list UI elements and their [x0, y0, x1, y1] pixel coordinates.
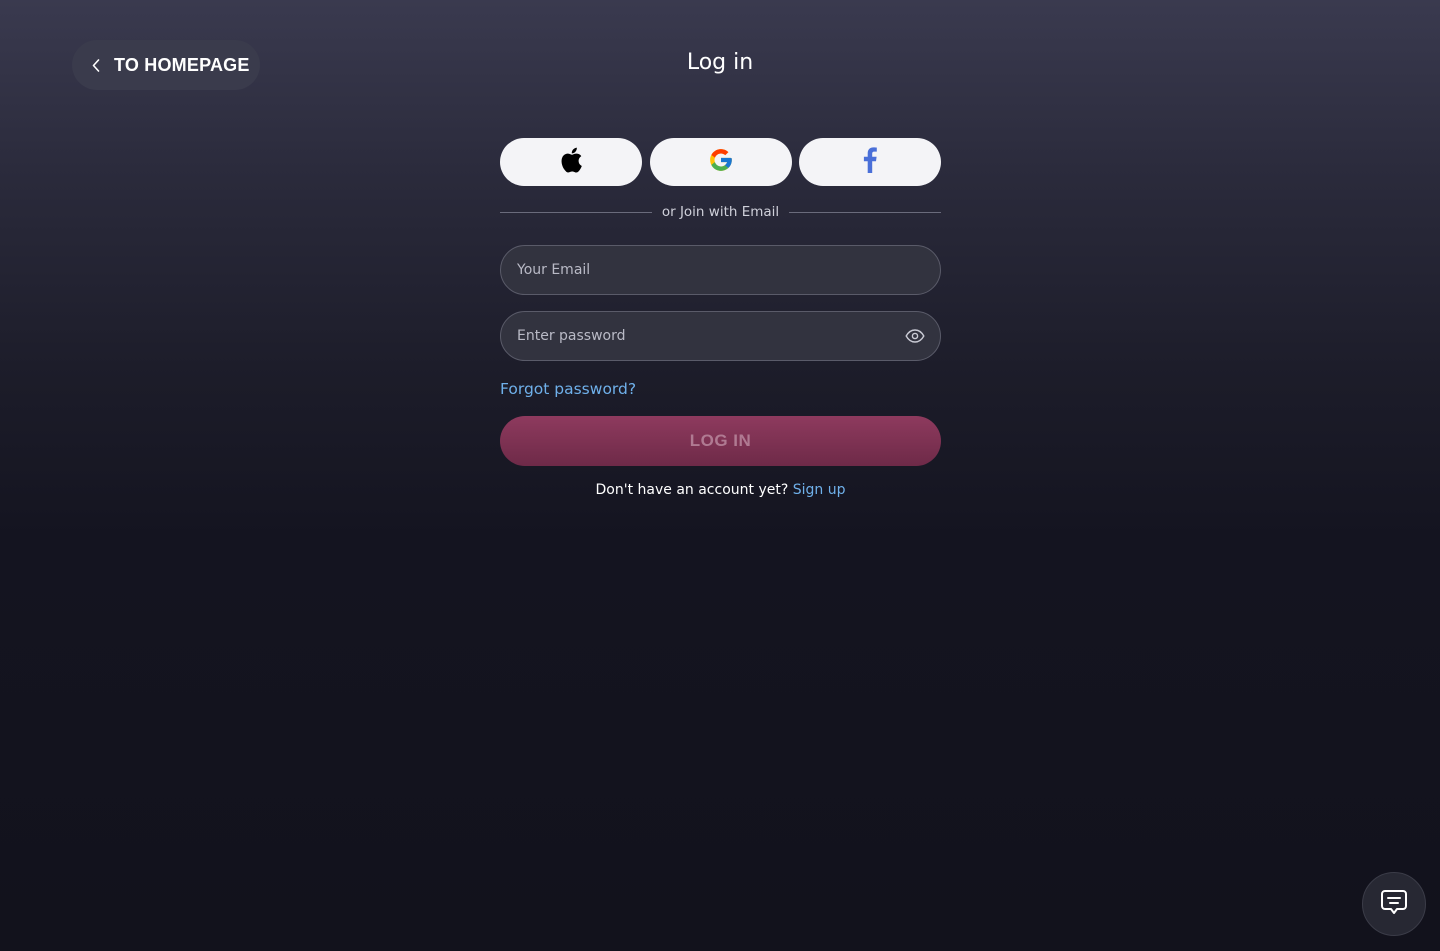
password-field[interactable]	[517, 328, 905, 344]
email-field-wrapper	[500, 245, 941, 295]
email-field[interactable]	[517, 262, 925, 278]
divider-text: or Join with Email	[661, 204, 780, 220]
signup-row: Don't have an account yet? Sign up	[500, 482, 941, 498]
signup-link[interactable]: Sign up	[793, 482, 846, 498]
login-button[interactable]: LOG IN	[500, 416, 941, 466]
google-login-button[interactable]	[649, 138, 792, 186]
signup-prompt: Don't have an account yet?	[595, 482, 789, 498]
email-divider: or Join with Email	[500, 203, 942, 221]
google-icon	[708, 147, 734, 177]
divider-line-left	[500, 211, 652, 213]
social-login-row	[500, 138, 941, 186]
page-title: Log in	[686, 50, 754, 75]
eye-icon[interactable]	[905, 326, 925, 346]
forgot-password-link[interactable]: Forgot password?	[500, 380, 636, 398]
chat-icon	[1379, 887, 1409, 921]
chat-support-button[interactable]	[1362, 872, 1426, 936]
facebook-icon	[863, 147, 877, 177]
password-field-wrapper	[500, 311, 941, 361]
login-button-label: LOG IN	[689, 431, 752, 450]
login-form: or Join with Email Forgot password? LOG …	[500, 138, 942, 498]
facebook-login-button[interactable]	[799, 138, 941, 186]
apple-icon	[559, 146, 583, 178]
divider-line-right	[789, 211, 942, 213]
apple-login-button[interactable]	[500, 138, 642, 186]
